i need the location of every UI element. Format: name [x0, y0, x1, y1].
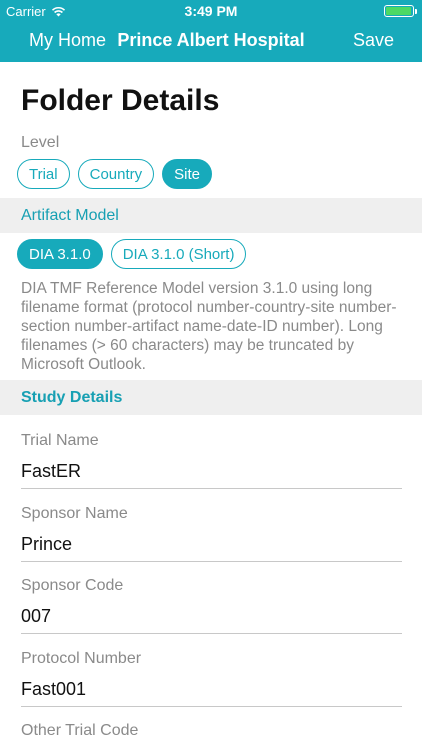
protocol-number-field: Protocol Number Fast001 [21, 650, 402, 707]
artifact-model-description: DIA TMF Reference Model version 3.1.0 us… [21, 280, 397, 373]
page-title: Folder Details [21, 84, 220, 117]
other-trial-code-field: Other Trial Code [21, 722, 402, 740]
artifact-model-header: Artifact Model [0, 198, 422, 233]
sponsor-name-input[interactable]: Prince [21, 534, 402, 562]
sponsor-name-field: Sponsor Name Prince [21, 505, 402, 562]
artifact-option-dia-310[interactable]: DIA 3.1.0 [17, 239, 103, 269]
save-button[interactable]: Save [353, 30, 394, 51]
trial-name-label: Trial Name [21, 432, 99, 449]
sponsor-code-input[interactable]: 007 [21, 606, 402, 634]
other-trial-code-label: Other Trial Code [21, 722, 139, 739]
level-selector: Trial Country Site [17, 159, 212, 189]
sponsor-code-field: Sponsor Code 007 [21, 577, 402, 634]
protocol-number-label: Protocol Number [21, 650, 142, 667]
level-option-trial[interactable]: Trial [17, 159, 70, 189]
level-option-site[interactable]: Site [162, 159, 212, 189]
navigation-bar: My Home Prince Albert Hospital Save [0, 22, 422, 62]
sponsor-name-label: Sponsor Name [21, 505, 128, 522]
protocol-number-input[interactable]: Fast001 [21, 679, 402, 707]
status-time: 3:49 PM [184, 3, 238, 19]
level-label: Level [21, 134, 60, 151]
artifact-model-selector: DIA 3.1.0 DIA 3.1.0 (Short) [17, 239, 247, 269]
study-details-header: Study Details [0, 380, 422, 415]
artifact-option-dia-310-short[interactable]: DIA 3.1.0 (Short) [110, 239, 247, 269]
battery-icon [384, 5, 417, 17]
sponsor-code-label: Sponsor Code [21, 577, 124, 594]
trial-name-input[interactable]: FastER [21, 461, 402, 489]
level-option-country[interactable]: Country [77, 159, 155, 189]
status-bar: Carrier 3:49 PM [0, 0, 422, 22]
trial-name-field: Trial Name FastER [21, 432, 402, 489]
